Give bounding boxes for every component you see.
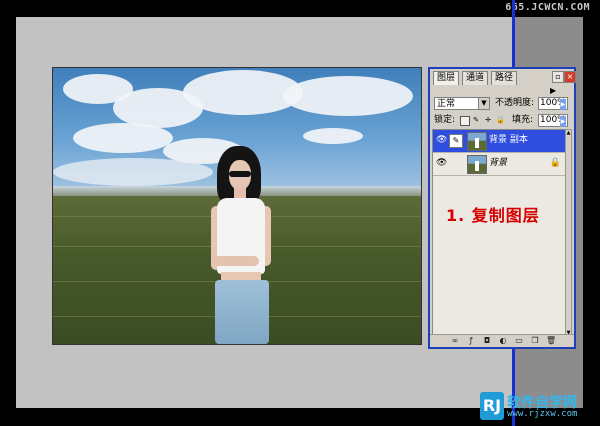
stepper-icon[interactable]: ▶: [560, 116, 566, 127]
blend-mode-select[interactable]: 正常 ▼: [434, 97, 490, 110]
layer-name: 背景 副本: [489, 135, 528, 145]
jeans: [215, 280, 269, 344]
logo-url: www.rjzxw.com: [507, 409, 578, 419]
top-watermark: 665.JCWCN.COM: [505, 2, 590, 13]
step-annotation: 1. 复制图层: [446, 206, 540, 225]
opacity-label: 不透明度:: [495, 98, 535, 108]
lock-row: 锁定: ✎ ✛ 🔒 填充: 100% ▶: [434, 114, 572, 128]
woman-figure: [203, 146, 283, 344]
site-logo: RJ 软件自学网 www.rjzxw.com: [480, 392, 598, 424]
trash-icon[interactable]: 🗑: [546, 336, 556, 345]
close-icon[interactable]: ×: [564, 71, 576, 83]
lock-label: 锁定:: [434, 115, 456, 125]
lock-all-icon[interactable]: 🔒: [496, 116, 505, 124]
layer-row-copy[interactable]: 👁 ✎ 背景 副本: [433, 130, 565, 153]
layer-name: 背景: [489, 158, 508, 168]
cloud: [283, 76, 413, 116]
panel-menu-icon[interactable]: ▶: [550, 84, 556, 97]
cloud: [303, 128, 363, 144]
photo-document[interactable]: [52, 67, 422, 345]
layer-style-icon[interactable]: ƒ: [466, 336, 476, 345]
panel-footer: ∞ ƒ ◘ ◐ ▭ ❐ 🗑: [430, 334, 574, 347]
cloud: [73, 123, 173, 153]
adjustment-icon[interactable]: ◐: [498, 336, 508, 345]
link-icon[interactable]: ∞: [450, 336, 460, 345]
mask-icon[interactable]: ◘: [482, 336, 492, 345]
sunglasses: [229, 171, 251, 177]
brush-slot[interactable]: [449, 157, 461, 169]
panel-tabs: 图层 通道 路径 ▫ ×: [430, 69, 576, 85]
minimize-icon[interactable]: ▫: [552, 71, 564, 83]
layer-thumbnail: [467, 132, 487, 151]
chevron-down-icon: ▼: [478, 98, 489, 109]
tab-paths[interactable]: 路径: [491, 71, 518, 85]
fill-label: 填充:: [512, 115, 534, 125]
layer-thumbnail: [467, 155, 487, 174]
fill-input[interactable]: 100% ▶: [538, 114, 568, 127]
blend-mode-value: 正常: [437, 99, 456, 109]
tab-channels[interactable]: 通道: [462, 71, 489, 85]
lock-brush-icon[interactable]: ✎: [472, 116, 480, 124]
blend-row: 正常 ▼ 不透明度: 100% ▶: [434, 97, 572, 111]
layers-scrollbar[interactable]: ▲ ▼: [565, 129, 572, 337]
group-icon[interactable]: ▭: [514, 336, 524, 345]
lock-icon: 🔒: [549, 158, 561, 168]
logo-mark: RJ: [480, 392, 504, 420]
layer-row-background[interactable]: 👁 背景 🔒: [433, 153, 565, 176]
cloud: [53, 158, 213, 186]
new-layer-icon[interactable]: ❐: [530, 336, 540, 345]
tab-layers[interactable]: 图层: [433, 71, 460, 85]
lock-move-icon[interactable]: ✛: [484, 116, 492, 124]
opacity-input[interactable]: 100% ▶: [538, 97, 568, 110]
eye-icon[interactable]: 👁: [436, 135, 447, 145]
lock-transparency-icon[interactable]: [460, 116, 470, 126]
stepper-icon[interactable]: ▶: [560, 99, 566, 110]
scroll-up-icon[interactable]: ▲: [566, 130, 571, 136]
brush-icon[interactable]: ✎: [449, 134, 463, 148]
layers-list[interactable]: 👁 ✎ 背景 副本 👁 背景 🔒: [432, 129, 566, 339]
eye-icon[interactable]: 👁: [436, 158, 447, 168]
